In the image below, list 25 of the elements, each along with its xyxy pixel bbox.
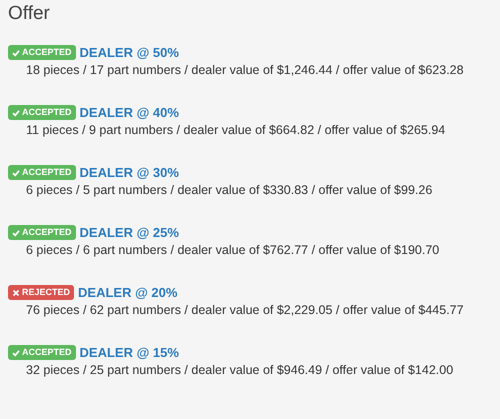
status-label: ACCEPTED [22,347,72,358]
check-icon [12,48,20,56]
offer-name: DEALER @ 30% [80,165,179,180]
offer-name: DEALER @ 25% [80,225,179,240]
check-icon [12,108,20,116]
page-title: Offer [8,2,51,26]
cross-icon [12,288,20,296]
offer-name: DEALER @ 20% [78,285,178,300]
offer-summary: 76 pieces / 62 part numbers / dealer value of $2,229.05 / offer value of $445.77 [25,303,465,318]
status-label: ACCEPTED [22,167,72,178]
offer-summary: 11 pieces / 9 part numbers / dealer value of $664.82 / offer value of $265.94 [25,123,446,138]
offer-summary: 6 pieces / 6 part numbers / dealer value of $762.77 / offer value of $190.70 [25,243,440,258]
check-icon [12,168,20,176]
check-icon [12,228,20,236]
offer-name: DEALER @ 50% [80,45,179,60]
offer-summary: 6 pieces / 5 part numbers / dealer value of $330.83 / offer value of $99.26 [25,183,434,198]
offer-summary: 18 pieces / 17 part numbers / dealer value of $1,246.44 / offer value of $623.28 [25,63,465,78]
status-label: ACCEPTED [22,227,72,238]
offer-name: DEALER @ 15% [80,345,179,360]
status-label: ACCEPTED [22,107,72,118]
offer-name: DEALER @ 40% [80,105,179,120]
status-label: ACCEPTED [22,47,72,58]
check-icon [12,348,20,356]
offer-summary: 32 pieces / 25 part numbers / dealer value of $946.49 / offer value of $142.00 [25,363,454,378]
status-label: REJECTED [22,287,70,298]
